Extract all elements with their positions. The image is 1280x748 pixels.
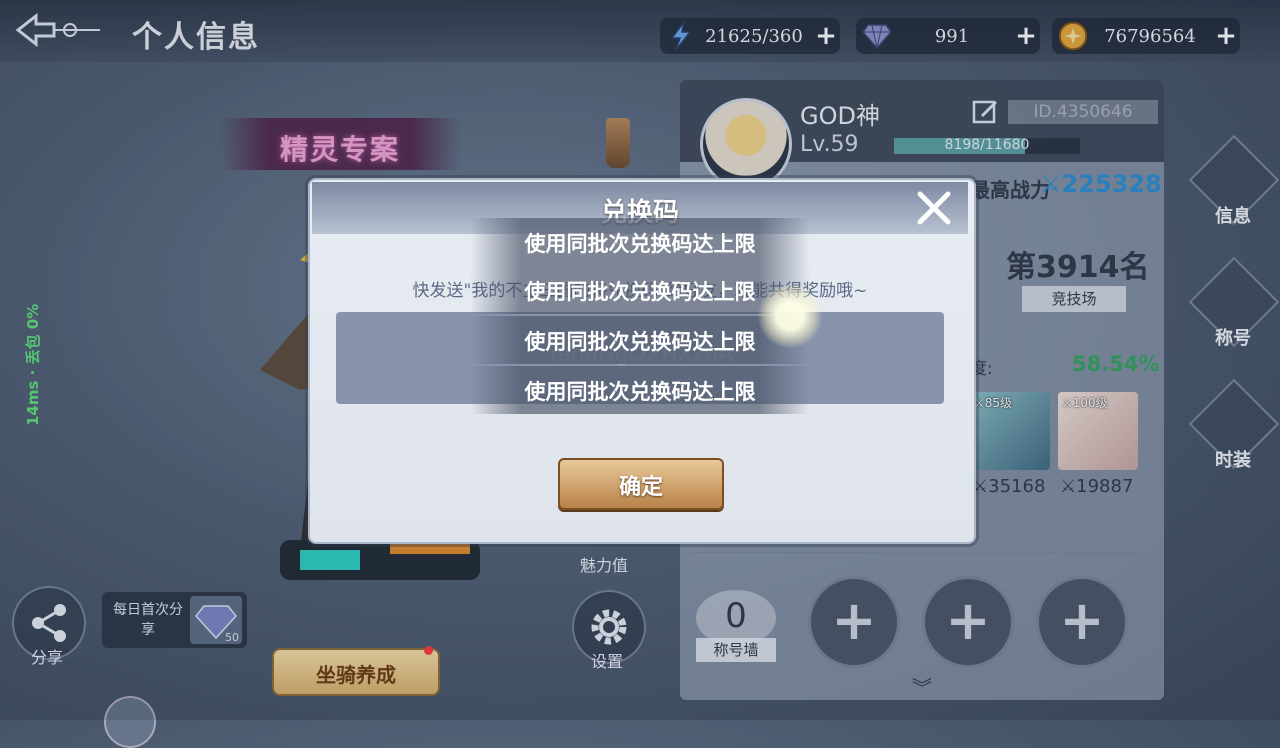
toast-message: 使用同批次兑换码达上限 <box>470 218 810 266</box>
confirm-button[interactable]: 确定 <box>558 458 724 510</box>
touch-indicator <box>758 284 822 348</box>
close-icon <box>917 191 951 225</box>
toast-message: 使用同批次兑换码达上限 <box>470 366 810 414</box>
confirm-label: 确定 <box>618 474 663 500</box>
close-button[interactable] <box>912 186 956 230</box>
